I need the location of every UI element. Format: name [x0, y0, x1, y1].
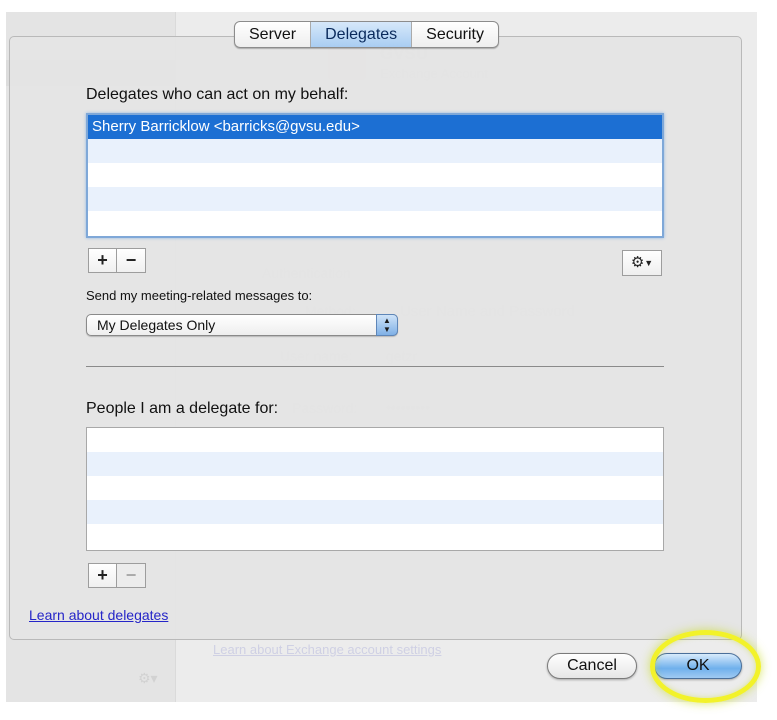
remove-delegate-for-button[interactable]: − — [117, 563, 146, 588]
delegates-heading: Delegates who can act on my behalf: — [86, 86, 349, 103]
delegates-add-remove: + − — [88, 248, 146, 273]
tab-server[interactable]: Server — [235, 22, 312, 47]
delegates-list[interactable]: Sherry Barricklow <barricks@gvsu.edu> — [86, 113, 664, 238]
chevron-down-icon: ▼ — [644, 258, 654, 269]
section-divider — [86, 366, 664, 367]
delegate-for-row-empty[interactable] — [87, 428, 663, 452]
delegate-row-empty[interactable] — [88, 211, 662, 235]
meeting-messages-selected-value: My Delegates Only — [97, 317, 216, 333]
remove-delegate-button[interactable]: − — [117, 248, 146, 273]
meeting-messages-label: Send my meeting-related messages to: — [86, 288, 313, 303]
delegate-for-row-empty[interactable] — [87, 452, 663, 476]
tab-bar: Server Delegates Security — [234, 21, 499, 48]
delegate-for-heading: People I am a delegate for: — [86, 400, 279, 417]
delegate-for-list[interactable] — [86, 427, 664, 551]
ok-button[interactable]: OK — [654, 653, 742, 679]
delegate-for-row-empty[interactable] — [87, 524, 663, 548]
tab-security[interactable]: Security — [412, 22, 498, 47]
delegate-row[interactable]: Sherry Barricklow <barricks@gvsu.edu> — [88, 115, 662, 139]
meeting-messages-popup[interactable]: My Delegates Only ▲ ▼ — [86, 314, 398, 336]
delegate-action-menu-button[interactable]: ⚙▼ — [622, 250, 662, 276]
add-delegate-button[interactable]: + — [88, 248, 117, 273]
cancel-button[interactable]: Cancel — [547, 653, 637, 679]
delegate-for-row-empty[interactable] — [87, 500, 663, 524]
learn-about-delegates-link[interactable]: Learn about delegates — [29, 607, 168, 623]
delegate-row-empty[interactable] — [88, 187, 662, 211]
tab-delegates[interactable]: Delegates — [311, 22, 413, 47]
delegate-for-add-remove: + − — [88, 563, 146, 588]
delegate-row-empty[interactable] — [88, 163, 662, 187]
background-gear-icon: ⚙▾ — [138, 670, 158, 686]
delegate-row-empty[interactable] — [88, 139, 662, 163]
delegate-for-row-empty[interactable] — [87, 476, 663, 500]
gear-icon: ⚙ — [630, 254, 645, 271]
up-down-arrows-icon: ▲ ▼ — [376, 314, 398, 336]
background-learn-exchange-link: Learn about Exchange account settings — [213, 642, 442, 657]
add-delegate-for-button[interactable]: + — [88, 563, 117, 588]
